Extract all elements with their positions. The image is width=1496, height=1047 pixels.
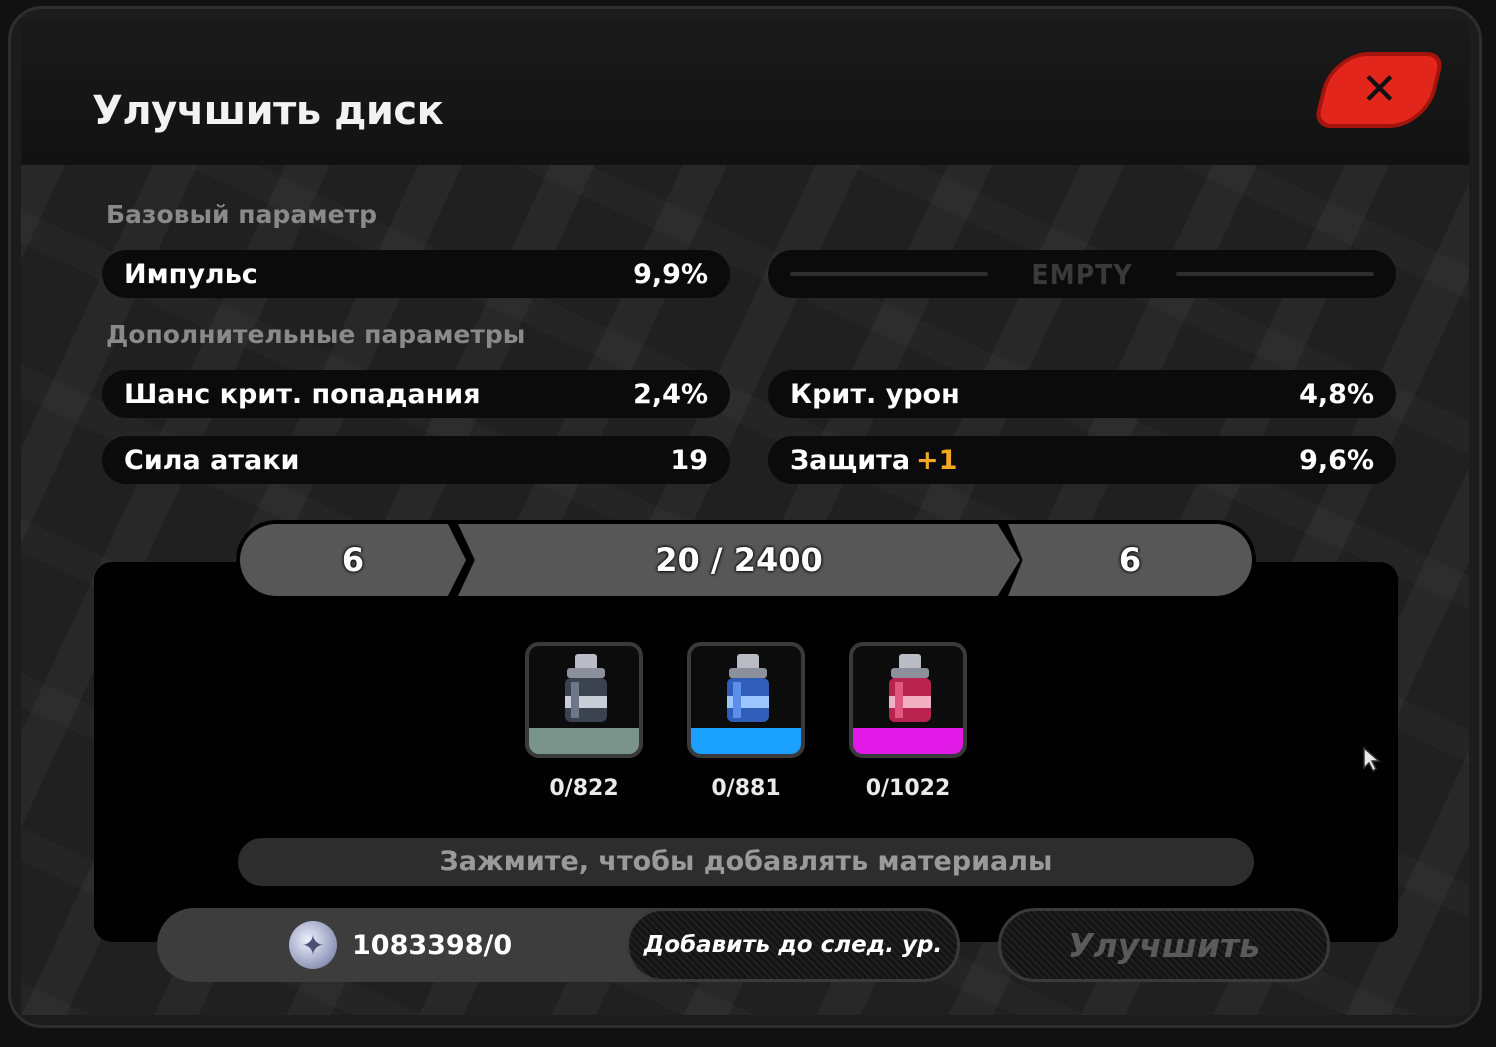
dennies-coin-icon: ✦: [289, 921, 337, 969]
empty-stat-slot: EMPTY: [768, 250, 1396, 298]
extra-stat-row: Крит. урон 4,8%: [768, 370, 1396, 418]
canister-purple-icon: [889, 654, 931, 722]
currency-value: 1083398/0: [352, 930, 513, 961]
hold-hint: Зажмите, чтобы добавлять материалы: [238, 838, 1254, 886]
material-count: 0/1022: [865, 776, 951, 801]
material-count: 0/822: [549, 776, 619, 801]
stat-name: Шанс крит. попадания: [124, 378, 481, 410]
close-icon: ✕: [1360, 64, 1398, 115]
main-stat-row: Импульс 9,9%: [102, 250, 730, 298]
extra-stat-row: Сила атаки 19: [102, 436, 730, 484]
extra-stats-heading: Дополнительные параметры: [106, 320, 526, 349]
mouse-cursor-icon: [1363, 746, 1382, 772]
stat-value: 4,8%: [1299, 378, 1374, 410]
stat-value: 2,4%: [633, 378, 708, 410]
level-exp: 20 / 2400: [458, 524, 1020, 596]
canister-gray-icon: [565, 654, 607, 722]
material-slot[interactable]: [687, 642, 805, 758]
stat-value: 9,6%: [1299, 444, 1374, 476]
stat-name: Импульс: [124, 258, 258, 290]
material-slot[interactable]: [525, 642, 643, 758]
upgrade-button[interactable]: Улучшить: [998, 908, 1330, 982]
next-level: 6: [1008, 524, 1252, 596]
current-level: 6: [240, 524, 466, 596]
stat-name: Сила атаки: [124, 444, 300, 476]
extra-stat-row: Шанс крит. попадания 2,4%: [102, 370, 730, 418]
material-slot[interactable]: [849, 642, 967, 758]
stat-bonus: +1: [916, 444, 958, 476]
material-count: 0/881: [711, 776, 781, 801]
canister-blue-icon: [727, 654, 769, 722]
stat-name-group: Защита +1: [790, 445, 957, 476]
stat-value: 9,9%: [633, 258, 708, 290]
add-to-next-level-button[interactable]: Добавить до след. ур.: [626, 908, 960, 982]
extra-stat-row: Защита +1 9,6%: [768, 436, 1396, 484]
stat-value: 19: [670, 444, 708, 476]
page-title: Улучшить диск: [92, 88, 444, 134]
level-progress-bar: 6 20 / 2400 6: [236, 520, 1256, 600]
base-stat-heading: Базовый параметр: [106, 200, 377, 229]
stat-name: Защита: [790, 444, 911, 476]
stat-name: Крит. урон: [790, 378, 960, 410]
